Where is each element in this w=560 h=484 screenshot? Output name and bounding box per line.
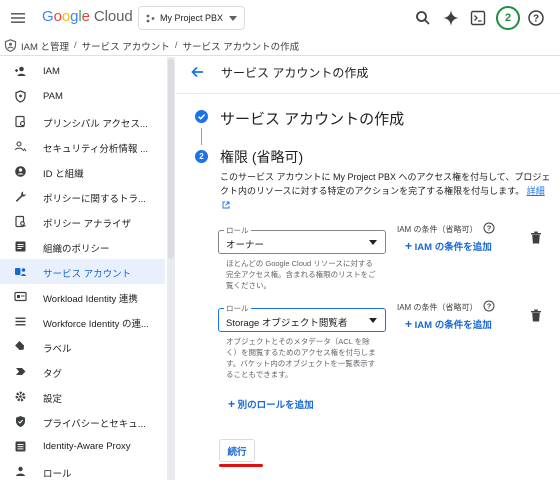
step1-title[interactable]: サービス アカウントの作成 (220, 108, 404, 129)
cloud-shell-icon[interactable] (469, 9, 487, 27)
sidebar-item-policy-analyzer[interactable]: ポリシー アナライザ (0, 209, 165, 234)
people-analytics-icon (14, 141, 27, 152)
step2-number-badge: 2 (195, 150, 208, 163)
google-cloud-logo[interactable]: Google Cloud (42, 8, 133, 25)
scrollbar-thumb[interactable] (168, 59, 174, 259)
sidebar-item-labels[interactable]: ラベル (0, 334, 165, 359)
sidebar-item-pam[interactable]: PAM (0, 84, 165, 109)
wrench-icon (15, 191, 26, 202)
breadcrumb-service-accounts[interactable]: サービス アカウント (82, 39, 170, 53)
description-text: このサービス アカウントに My Project PBX へのアクセス権を付与し… (220, 172, 551, 196)
svg-text:?: ? (487, 224, 492, 233)
id-card-icon (14, 291, 27, 302)
sidebar-item-policy-troubleshooter[interactable]: ポリシーに関するトラ... (0, 184, 165, 209)
iam-condition-label-2: IAM の条件（省略可） (397, 303, 478, 312)
divider (176, 93, 560, 94)
help-icon[interactable]: ? (527, 9, 545, 27)
sidebar-item-id-org[interactable]: ID と組織 (0, 159, 165, 184)
sidebar-item-tags[interactable]: タグ (0, 359, 165, 384)
plus-icon: + (405, 239, 413, 253)
svg-text:?: ? (533, 14, 539, 25)
main-header: サービス アカウントの作成 (176, 57, 560, 87)
shield-icon (15, 90, 26, 103)
main-content: サービス アカウントの作成 サービス アカウントの作成 2 権限 (省略可) こ… (176, 57, 560, 480)
sidebar-item-iap[interactable]: Identity-Aware Proxy (0, 434, 165, 459)
step-complete-check-icon (195, 110, 208, 123)
account-circle-icon (15, 166, 26, 177)
svg-text:?: ? (487, 302, 492, 311)
continue-button[interactable]: 続行 (219, 439, 255, 462)
add-another-role-button[interactable]: + 別のロールを追加 (228, 397, 314, 411)
plus-icon: + (228, 397, 236, 411)
add-iam-condition-button-2[interactable]: + IAM の条件を追加 (405, 317, 492, 331)
service-account-icon (15, 268, 26, 276)
stepper-connector (201, 128, 202, 145)
role-icon (16, 466, 25, 476)
chevron-down-icon (369, 240, 377, 245)
sidebar-item-workload-identity[interactable]: Workload Identity 連携 (0, 284, 165, 309)
iam-condition-label-1: IAM の条件（省略可） (397, 225, 478, 234)
annotation-underline (219, 464, 263, 467)
breadcrumb-iam[interactable]: IAM と管理 (21, 39, 69, 53)
tag-arrow-icon (16, 368, 26, 375)
sidebar-item-iam[interactable]: IAM (0, 59, 165, 84)
privacy-shield-icon (16, 416, 25, 427)
trash-icon[interactable] (530, 309, 542, 322)
sidebar-item-settings[interactable]: 設定 (0, 384, 165, 409)
step2-title: 権限 (省略可) (220, 149, 304, 165)
list-icon (15, 317, 26, 326)
role-helper-text-2: オブジェクトとそのメタデータ（ACL を除く）を閲覧するためのアクセス権を付与し… (226, 337, 376, 379)
sidebar-item-service-accounts[interactable]: サービス アカウント (0, 259, 165, 284)
role-value: オーナー (226, 240, 265, 251)
label-icon (15, 341, 25, 350)
breadcrumb-separator: / (174, 40, 178, 51)
gemini-sparkle-icon[interactable] (442, 9, 460, 27)
add-iam-condition-button-1[interactable]: + IAM の条件を追加 (405, 239, 492, 253)
step2-description: このサービス アカウントに My Project PBX へのアクセス権を付与し… (220, 170, 552, 212)
iam-shield-icon (4, 39, 17, 52)
help-circle-icon[interactable]: ? (483, 222, 495, 234)
external-link-icon[interactable] (222, 201, 230, 209)
chevron-down-icon (369, 318, 377, 323)
breadcrumb-create: サービス アカウントの作成 (182, 41, 300, 53)
trash-icon[interactable] (530, 231, 542, 244)
doc-search-icon (15, 215, 26, 228)
search-icon[interactable] (414, 9, 432, 27)
sidebar-item-privacy-security[interactable]: プライバシーとセキュ... (0, 409, 165, 434)
breadcrumb-separator: / (74, 40, 77, 51)
person-add-icon (15, 66, 26, 76)
role-select-2[interactable]: ロール Storage オブジェクト閲覧者 (218, 303, 386, 332)
role-field-label: ロール (224, 303, 251, 314)
gear-icon (15, 391, 26, 402)
plus-icon: + (405, 317, 413, 331)
help-circle-icon[interactable]: ? (483, 300, 495, 312)
sidebar-item-workforce-identity[interactable]: Workforce Identity の連... (0, 309, 165, 334)
article-icon (15, 241, 26, 252)
policy-icon (15, 115, 26, 128)
details-link[interactable]: 詳細 (527, 186, 545, 196)
sidebar-item-principal-access[interactable]: プリンシパル アクセス... (0, 109, 165, 134)
iap-icon (15, 441, 26, 452)
role-value: Storage オブジェクト閲覧者 (226, 318, 348, 329)
sidebar-item-roles[interactable]: ロール (0, 459, 165, 484)
chevron-down-icon (229, 16, 237, 21)
project-dots-icon (146, 14, 155, 22)
top-bar: Google Cloud My Project PBX 2 ? (0, 0, 560, 36)
sidebar-item-org-policies[interactable]: 組織のポリシー (0, 234, 165, 259)
breadcrumb: IAM と管理 / サービス アカウント / サービス アカウントの作成 (0, 36, 560, 56)
sidebar-item-security-insights[interactable]: セキュリティ分析情報 ... (0, 134, 165, 159)
menu-icon[interactable] (9, 9, 27, 27)
role-select-1[interactable]: ロール オーナー (218, 225, 386, 254)
role-helper-text-1: ほとんどの Google Cloud リソースに対する完全アクセス権。含まれる権… (226, 259, 376, 290)
role-field-label: ロール (224, 225, 251, 236)
project-picker[interactable]: My Project PBX (138, 6, 245, 30)
sidebar-scrollbar[interactable] (167, 57, 175, 480)
project-name: My Project PBX (160, 13, 224, 23)
notifications-avatar[interactable]: 2 (496, 6, 520, 30)
back-arrow-icon[interactable] (189, 64, 205, 80)
page-title: サービス アカウントの作成 (221, 66, 369, 80)
sidebar: IAM PAM プリンシパル アクセス... セキュリティ分析情報 ... ID… (0, 57, 168, 480)
